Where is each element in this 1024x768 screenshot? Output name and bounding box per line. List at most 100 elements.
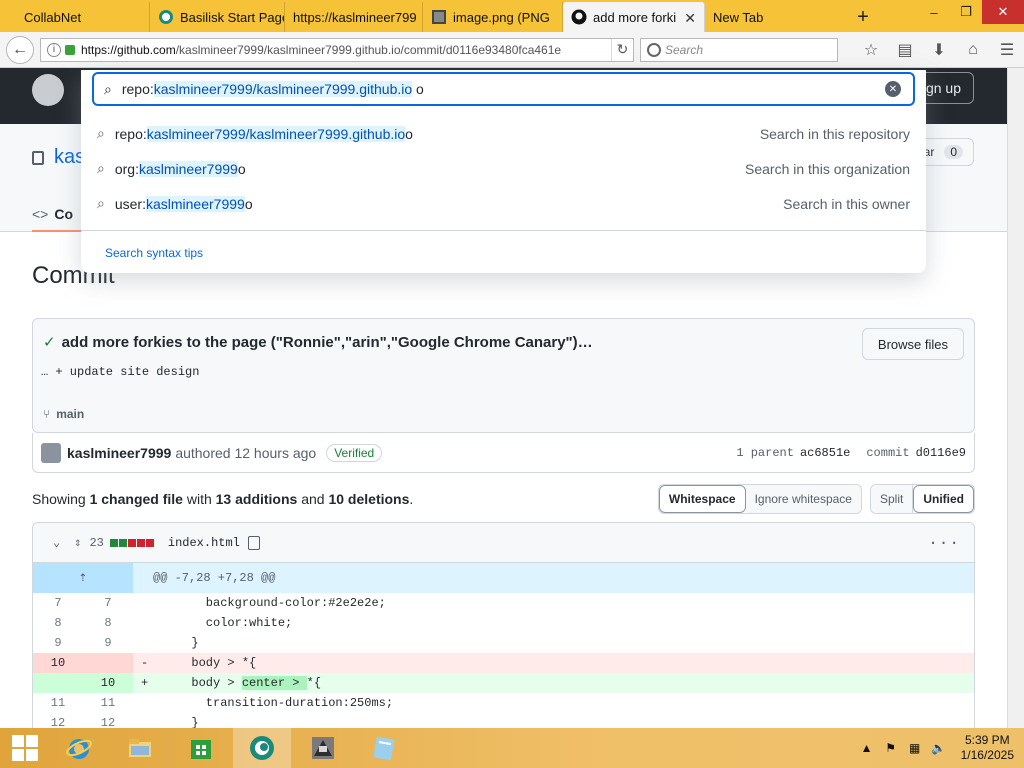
volume-muted-icon[interactable]: 🔈 — [931, 741, 947, 755]
old-line-number[interactable]: 12 — [33, 713, 83, 728]
toolbar-icons: ☆ ▤ ⬇ ⌂ ☰ — [854, 35, 1024, 65]
url-bar[interactable]: i https://github.com /kaslmineer7999/kas… — [40, 37, 634, 62]
commit-body: … + update site design — [41, 365, 200, 379]
tab-code[interactable]: <> Co — [32, 198, 84, 232]
whitespace-button[interactable]: Whitespace — [658, 485, 746, 513]
tab-github-io[interactable]: https://kaslmineer799 — [285, 2, 423, 32]
tab-collabnet[interactable]: CollabNet — [0, 2, 150, 32]
search-syntax-tips-link[interactable]: Search syntax tips — [105, 246, 203, 260]
minimize-button[interactable]: – — [918, 0, 950, 24]
back-arrow-icon: ← — [12, 40, 28, 58]
summary-and: and — [297, 491, 329, 507]
commit-label: commit — [866, 445, 910, 460]
restore-button[interactable]: ❐ — [950, 0, 982, 24]
new-tab-button[interactable]: + — [845, 2, 881, 32]
search-input[interactable]: ⌕ repo:kaslmineer7999/kaslmineer7999.git… — [92, 72, 915, 106]
suggestion-highlight: kaslmineer7999 — [138, 160, 238, 177]
diff-line: 99 } — [33, 633, 974, 653]
old-line-number[interactable]: 11 — [33, 693, 83, 713]
expand-icon[interactable]: ⇕ — [74, 535, 81, 550]
tab-image-png[interactable]: image.png (PNG — [423, 2, 563, 32]
avatar[interactable] — [41, 442, 61, 463]
home-icon[interactable]: ⌂ — [956, 35, 990, 65]
chevron-down-icon[interactable]: ⌄ — [53, 535, 60, 550]
ignore-whitespace-button[interactable]: Ignore whitespace — [745, 485, 861, 513]
parent-sha[interactable]: ac6851e — [800, 446, 850, 460]
tab-basilisk[interactable]: Basilisk Start Page — [150, 2, 285, 32]
new-line-number[interactable]: 11 — [83, 693, 133, 713]
show-hidden-icons-icon[interactable]: ▲ — [859, 741, 875, 755]
menu-icon[interactable]: ☰ — [990, 35, 1024, 65]
search-icon: ⌕ — [97, 195, 105, 211]
taskbar-notepad[interactable] — [355, 728, 413, 768]
search-icon: ⌕ — [104, 80, 112, 97]
new-line-number[interactable]: 12 — [83, 713, 133, 728]
diff-line: 11 11 transition-duration:250ms; — [33, 693, 974, 713]
basilisk-icon — [250, 736, 274, 760]
old-line-number[interactable]: 7 — [33, 593, 83, 613]
suggestion-repository[interactable]: ⌕ repo: kaslmineer7999/kaslmineer7999.git… — [81, 116, 926, 151]
diff-line: 77 background-color:#2e2e2e; — [33, 593, 974, 613]
tab-label: image.png (PNG — [453, 9, 550, 25]
star-count: 0 — [944, 145, 963, 159]
repo-name[interactable]: kas — [32, 146, 85, 169]
taskbar-app[interactable] — [294, 728, 352, 768]
taskbar-store[interactable] — [172, 728, 230, 768]
new-line-number[interactable]: 10 — [83, 673, 133, 693]
file-name[interactable]: index.html — [168, 536, 240, 550]
taskbar-file-explorer[interactable] — [111, 728, 169, 768]
summary-deletions: 10 deletions — [328, 491, 410, 507]
site-info-icon[interactable]: i — [47, 42, 61, 57]
clear-search-icon[interactable]: ✕ — [885, 81, 901, 97]
expand-up-icon[interactable]: ⇡ — [33, 563, 133, 593]
commit-sha: d0116e9 — [915, 445, 966, 460]
old-line-number[interactable]: 8 — [33, 613, 83, 633]
github-logo-icon[interactable] — [32, 74, 64, 106]
back-button[interactable]: ← — [6, 35, 34, 64]
old-line-number[interactable]: 9 — [33, 633, 83, 653]
action-center-flag-icon[interactable]: ⚑ — [883, 741, 899, 755]
reading-list-icon[interactable]: ▤ — [888, 35, 922, 65]
copy-icon[interactable] — [247, 535, 260, 550]
download-icon[interactable]: ⬇ — [922, 35, 956, 65]
more-options-icon[interactable]: ··· — [928, 534, 960, 552]
close-tab-icon[interactable]: ✕ — [684, 10, 696, 27]
taskbar-internet-explorer[interactable] — [50, 728, 108, 768]
diff-view-toggles: Whitespace Ignore whitespace Split Unifi… — [657, 484, 975, 514]
browser-search-box[interactable]: Search — [640, 37, 838, 62]
new-line-number[interactable]: 7 — [83, 593, 133, 613]
suggestion-prefix: user: — [114, 195, 146, 212]
suggestion-organization[interactable]: ⌕ org: kaslmineer7999 o Search in this or… — [81, 151, 926, 186]
notepad-icon — [373, 736, 395, 761]
tab-commit[interactable]: add more forki ✕ — [563, 2, 705, 32]
hunk-header: ⇡ @@ -7,28 +7,28 @@ — [33, 563, 974, 593]
clock[interactable]: 5:39 PM 1/16/2025 — [961, 733, 1014, 763]
line-code: - body > *{ — [141, 656, 257, 670]
old-line-number[interactable] — [33, 673, 83, 693]
browse-files-button[interactable]: Browse files — [861, 328, 964, 360]
taskbar-basilisk[interactable] — [233, 728, 291, 768]
page-scrollbar[interactable] — [1007, 68, 1024, 728]
network-icon[interactable]: ▦ — [907, 741, 923, 755]
query-highlight: kaslmineer7999/kaslmineer7999.github.io — [153, 81, 413, 97]
bookmark-star-icon[interactable]: ☆ — [854, 35, 888, 65]
new-line-number[interactable]: 9 — [83, 633, 133, 653]
branch-indicator[interactable]: ⑂ main — [43, 407, 84, 421]
commit-message-text: add more forkies to the page ("Ronnie","… — [61, 333, 593, 351]
summary-additions: 13 additions — [215, 491, 298, 507]
author-name[interactable]: kaslmineer7999 — [67, 445, 171, 461]
new-line-number[interactable]: 8 — [83, 613, 133, 633]
close-window-button[interactable]: ✕ — [982, 0, 1024, 24]
basilisk-icon — [159, 10, 173, 24]
reload-icon[interactable]: ↻ — [611, 38, 633, 61]
new-line-number[interactable] — [83, 653, 133, 673]
commit-box: ✓ add more forkies to the page ("Ronnie"… — [32, 318, 975, 433]
start-button[interactable] — [0, 728, 50, 768]
tab-label: add more forki — [593, 9, 677, 25]
split-button[interactable]: Split — [870, 485, 914, 513]
tab-new-tab[interactable]: New Tab — [705, 2, 845, 32]
suggestion-owner[interactable]: ⌕ user: kaslmineer7999 o Search in this o… — [81, 186, 926, 221]
unified-button[interactable]: Unified — [913, 485, 974, 513]
verified-badge[interactable]: Verified — [326, 443, 383, 462]
old-line-number[interactable]: 10 — [33, 653, 83, 673]
